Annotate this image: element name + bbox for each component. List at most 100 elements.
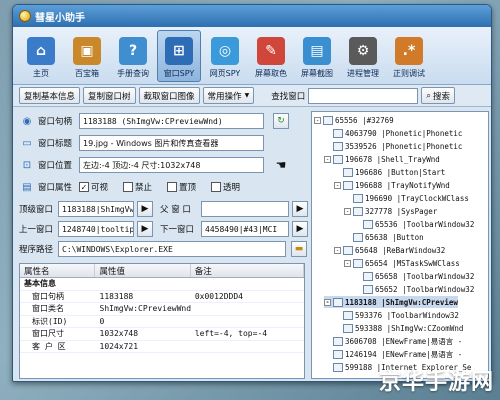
topmost-checkbox[interactable]: 置顶 — [167, 181, 196, 193]
tree-node[interactable]: 196686 |Button|Start — [334, 166, 445, 178]
toolbar-label-5: 屏幕取色 — [255, 69, 287, 78]
tree-node-label: 65652 |ToolbarWindow32 — [375, 284, 475, 294]
title-field[interactable]: 19.jpg - Windows 图片和传真查看器 — [79, 135, 264, 151]
window-tree[interactable]: - 65556 |#32769 4063790 |Phonetic|Phonetic… — [311, 111, 489, 379]
window-node-icon — [343, 245, 353, 255]
next-window-field[interactable]: 4458490|#43|MCI — [201, 221, 289, 237]
toolbar-button-3[interactable]: ⊞ 窗口SPY — [157, 30, 201, 82]
title-bar[interactable]: 彗星小助手 — [13, 5, 491, 27]
tree-node[interactable]: 3606708 |ENewFrame|易语言 - — [324, 335, 462, 347]
search-button[interactable]: ⌕ 搜索 — [421, 87, 455, 104]
top-window-go-icon[interactable]: ▶ — [137, 201, 153, 217]
window-node-icon — [343, 323, 353, 333]
table-row[interactable]: 窗口句柄 1183188 0x0012DDD4 — [20, 291, 304, 303]
folder-icon[interactable]: ▬ — [291, 241, 307, 257]
col-header-name[interactable]: 属性名 — [20, 264, 96, 277]
tree-node[interactable]: - 65654 |MSTaskSwWClass — [344, 257, 460, 269]
tree-node[interactable]: - 1183188 |ShImgVw:CPreview — [324, 296, 458, 308]
toolbar-button-2[interactable]: ? 手册查询 — [111, 30, 155, 82]
top-window-field[interactable]: 1183188|ShImgVw: — [58, 201, 134, 217]
tree-node[interactable]: 65658 |ToolbarWindow32 — [354, 270, 474, 282]
window-node-icon — [363, 271, 373, 281]
window-node-icon — [363, 284, 373, 294]
cell-note: left=-4, top=-4 — [194, 329, 268, 339]
window-node-icon — [353, 193, 363, 203]
table-row[interactable]: 窗口尺寸 1032x748 left=-4, top=-4 — [20, 328, 304, 341]
window-handle-icon: ◉ — [22, 115, 32, 127]
toolbar-button-4[interactable]: ◎ 网页SPY — [203, 30, 247, 82]
tree-node[interactable]: 196690 |TrayClockWClass — [344, 192, 469, 204]
tree-node[interactable]: - 65648 |ReBarWindow32 — [334, 244, 445, 256]
collapse-icon[interactable]: - — [314, 116, 321, 124]
tree-node[interactable]: 593376 |ToolbarWindow32 — [334, 309, 459, 321]
toolbar-icon-5: ✎ — [257, 37, 285, 65]
collapse-icon[interactable]: - — [334, 181, 341, 189]
toolbar-button-0[interactable]: ⌂ 主页 — [19, 30, 63, 82]
transparent-label: 透明 — [223, 183, 241, 193]
program-path-field[interactable]: C:\WINDOWS\Explorer.EXE — [58, 241, 286, 257]
handle-field[interactable]: 1183188 (ShImgVw:CPreviewWnd) — [79, 113, 264, 129]
window-title-icon: ▭ — [22, 137, 32, 149]
disabled-checkbox[interactable]: 禁止 — [123, 181, 152, 193]
collapse-icon[interactable]: - — [324, 155, 331, 163]
tree-node[interactable]: 65652 |ToolbarWindow32 — [354, 283, 474, 295]
visible-checkbox[interactable]: ✓ 可视 — [79, 181, 108, 193]
tree-node[interactable]: 593388 |ShImgVw:CZoomWnd — [334, 322, 463, 334]
table-row[interactable]: 客 户 区 1024x721 — [20, 341, 304, 353]
transparent-checkbox[interactable]: 透明 — [211, 181, 240, 193]
toolbar-button-7[interactable]: ⚙ 进程管理 — [341, 30, 385, 82]
collapse-icon[interactable]: - — [334, 246, 341, 254]
table-row[interactable]: 标识(ID) 0 — [20, 316, 304, 328]
toolbar-button-6[interactable]: ▤ 屏幕截图 — [295, 30, 339, 82]
toolbar-button-5[interactable]: ✎ 屏幕取色 — [249, 30, 293, 82]
toolbar-button-1[interactable]: ▣ 百宝箱 — [65, 30, 109, 82]
copy-info-button[interactable]: 复制基本信息 — [19, 87, 81, 104]
tree-node[interactable]: - 196688 |TrayNotifyWnd — [334, 179, 450, 191]
prev-window-field[interactable]: 1248740|tooltip — [58, 221, 134, 237]
window-node-icon — [333, 349, 343, 359]
prev-window-go-icon[interactable]: ▶ — [137, 221, 153, 237]
cell-name: 窗口类名 — [32, 304, 64, 314]
tree-node[interactable]: - 65556 |#32769 — [314, 114, 394, 126]
tree-node[interactable]: 4063790 |Phonetic|Phonetic — [324, 127, 462, 139]
copy-window-tree-button[interactable]: 复制窗口树 — [83, 87, 136, 104]
position-field[interactable]: 左边:-4 顶边:-4 尺寸:1032x748 — [79, 157, 264, 173]
collapse-icon[interactable]: - — [344, 259, 351, 267]
tree-node[interactable]: 65638 |Button — [344, 231, 424, 243]
command-bar: 复制基本信息 复制窗口树 截取窗口图像 常用操作 ▼ 查找窗口 ⌕ 搜索 — [13, 85, 491, 107]
window-node-icon — [353, 232, 363, 242]
toolbar-icon-3: ⊞ — [165, 37, 193, 65]
hand-drag-icon[interactable]: ☚ — [273, 157, 289, 173]
parent-window-go-icon[interactable]: ▶ — [292, 201, 308, 217]
toolbar-icon-0: ⌂ — [27, 37, 55, 65]
capture-window-button[interactable]: 截取窗口图像 — [138, 87, 200, 104]
cell-note: 0x0012DDD4 — [194, 291, 243, 301]
tree-node[interactable]: - 196678 |Shell_TrayWnd — [324, 153, 440, 165]
cell-value: 1024x721 — [99, 341, 139, 351]
tree-node[interactable]: 3539526 |Phonetic|Phonetic — [324, 140, 462, 152]
common-ops-dropdown[interactable]: 常用操作 ▼ — [202, 87, 255, 104]
parent-window-field[interactable] — [201, 201, 289, 217]
next-window-go-icon[interactable]: ▶ — [292, 221, 308, 237]
toolbar-button-8[interactable]: .* 正则调试 — [387, 30, 431, 82]
tree-node-label: 65638 |Button — [365, 232, 424, 242]
main-content: ◉ 窗口句柄 1183188 (ShImgVw:CPreviewWnd) ↻ ▭… — [13, 107, 491, 381]
watermark-text: 京华手游网 — [378, 370, 494, 395]
cell-note — [191, 341, 304, 353]
position-label: 窗口位置 — [38, 161, 73, 171]
tree-node[interactable]: 1246194 |ENewFrame|易语言 - — [324, 348, 462, 360]
title-label: 窗口标题 — [38, 139, 73, 149]
refresh-icon[interactable]: ↻ — [273, 113, 289, 129]
col-header-note[interactable]: 备注 — [191, 264, 304, 277]
col-header-value[interactable]: 属性值 — [95, 264, 191, 277]
collapse-icon[interactable]: - — [344, 207, 351, 215]
table-row[interactable]: 窗口类名 ShImgVw:CPreviewWnd — [20, 303, 304, 316]
collapse-icon[interactable]: - — [324, 298, 331, 306]
window-node-icon — [353, 258, 363, 268]
tree-node[interactable]: 65536 |ToolbarWindow32 — [354, 218, 474, 230]
find-window-input[interactable] — [308, 87, 419, 104]
chevron-down-icon: ▼ — [244, 92, 250, 99]
tree-node-label: 65536 |ToolbarWindow32 — [375, 219, 475, 229]
tree-node[interactable]: - 327778 |SysPager — [344, 205, 437, 217]
cell-name: 客 户 区 — [32, 341, 66, 351]
